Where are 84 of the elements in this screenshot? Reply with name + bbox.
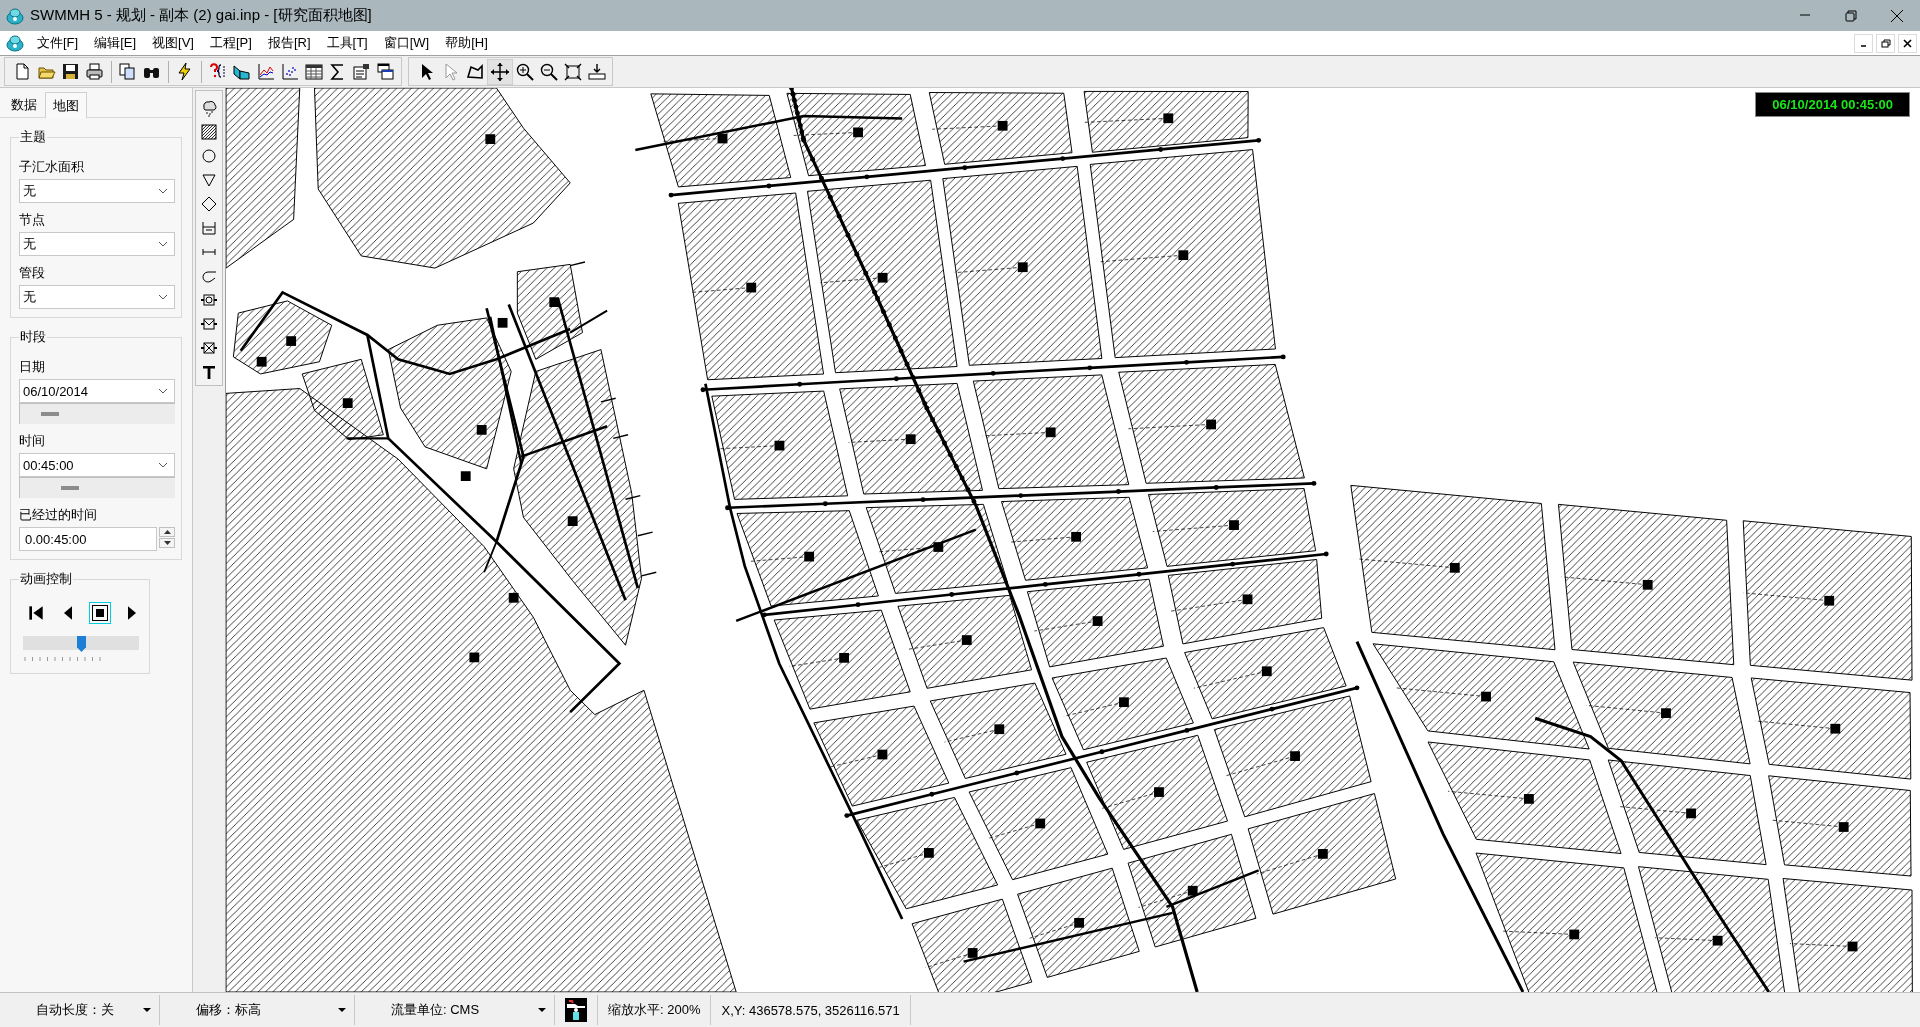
dropdown-field[interactable]: 无 <box>19 179 175 203</box>
properties-icon[interactable] <box>352 61 372 82</box>
group-title: 时段 <box>19 328 47 346</box>
weir-icon[interactable] <box>200 315 218 333</box>
menu-item[interactable]: 视图[V] <box>145 32 203 54</box>
field-label: 已经过的时间 <box>19 506 97 524</box>
save-icon[interactable] <box>61 61 81 82</box>
panel-tab[interactable]: 数据 <box>3 92 45 117</box>
field-label: 时间 <box>19 432 45 450</box>
close-icon[interactable] <box>1902 37 1913 49</box>
slider-thumb[interactable] <box>61 486 80 490</box>
slider-track[interactable] <box>19 403 175 424</box>
spin-up-button[interactable] <box>159 527 175 537</box>
zoom-in-icon[interactable] <box>515 61 535 82</box>
caret-icon[interactable] <box>338 1008 346 1012</box>
slider-thumb[interactable] <box>77 636 86 652</box>
animation-speed-slider[interactable] <box>23 636 139 650</box>
window-title: SWMMH 5 - 规划 - 副本 (2) gai.inp - [研究面积地图] <box>30 6 373 25</box>
status-dropdown[interactable]: 流量单位: CMS <box>355 995 555 1025</box>
circle-icon[interactable] <box>200 147 218 165</box>
menu-item[interactable]: 工具[T] <box>319 32 377 54</box>
status-text: X,Y: 436578.575, 3526116.571 <box>711 995 911 1025</box>
slider-thumb[interactable] <box>40 412 59 416</box>
caret-icon[interactable] <box>143 1008 151 1012</box>
child-close-button[interactable] <box>1898 33 1917 53</box>
printer-icon[interactable] <box>85 61 105 82</box>
map-query-icon[interactable] <box>587 61 607 82</box>
menu-item[interactable]: 文件[F] <box>30 32 88 54</box>
restore-icon[interactable] <box>1880 37 1891 49</box>
caret-icon[interactable] <box>538 1008 546 1012</box>
diamond-icon[interactable] <box>200 195 218 213</box>
field-label: 节点 <box>19 211 45 229</box>
caret-icon[interactable] <box>158 294 168 300</box>
polygon-select-icon[interactable] <box>465 61 485 82</box>
field-label: 子汇水面积 <box>19 158 84 176</box>
scatter-plot-icon[interactable] <box>280 61 300 82</box>
caret-icon[interactable] <box>158 462 168 468</box>
app-logo-icon <box>6 34 24 52</box>
caret-up-icon[interactable] <box>163 530 171 534</box>
hatched-square-icon[interactable] <box>200 123 218 141</box>
app-logo-icon <box>6 6 24 25</box>
group-title: 动画控制 <box>19 570 73 588</box>
full-extent-icon[interactable] <box>563 61 583 82</box>
caret-down-icon[interactable] <box>163 541 171 545</box>
menu-item[interactable]: 报告[R] <box>260 32 320 54</box>
child-restore-button[interactable] <box>1876 33 1895 53</box>
slider-track[interactable] <box>19 477 175 498</box>
time-input-field[interactable]: 0.00:45:00 <box>19 527 157 551</box>
status-text: 缩放水平: 200% <box>598 995 712 1025</box>
triangle-icon[interactable] <box>200 171 218 189</box>
dropdown-field[interactable]: 06/10/2014 <box>19 379 175 403</box>
status-dropdown[interactable]: 偏移：标高 <box>160 995 355 1025</box>
close-icon[interactable] <box>1890 8 1904 23</box>
line-chart-icon[interactable] <box>256 61 276 82</box>
child-minimize-button[interactable] <box>1854 33 1873 53</box>
spin-down-button[interactable] <box>159 538 175 548</box>
zoom-out-icon[interactable] <box>539 61 559 82</box>
panel-tab[interactable]: 地图 <box>45 92 87 118</box>
menu-item[interactable]: 窗口[W] <box>376 32 439 54</box>
caret-icon[interactable] <box>158 188 168 194</box>
field-label: 日期 <box>19 358 45 376</box>
menu-item[interactable]: 编辑[E] <box>87 32 146 54</box>
run-status-icon <box>565 998 587 1022</box>
copy-icon[interactable] <box>118 61 138 82</box>
caret-icon[interactable] <box>158 388 168 394</box>
table-icon[interactable] <box>304 61 324 82</box>
pan-icon[interactable] <box>490 61 510 82</box>
dropdown-field[interactable]: 00:45:00 <box>19 453 175 477</box>
storage-unit-icon[interactable] <box>200 219 218 237</box>
menu-item[interactable]: 帮助[H] <box>438 32 497 54</box>
restore-icon[interactable] <box>1844 8 1858 23</box>
group-title: 主题 <box>19 128 47 146</box>
rain-gage-icon[interactable] <box>200 99 218 117</box>
field-label: 管段 <box>19 264 45 282</box>
dropdown-field[interactable]: 无 <box>19 285 175 309</box>
status-dropdown[interactable]: 自动长度：关 <box>0 995 160 1025</box>
windows-icon[interactable] <box>376 61 396 82</box>
dropdown-field[interactable]: 无 <box>19 232 175 256</box>
map-timestamp: 06/10/2014 00:45:00 <box>1755 92 1910 117</box>
outlet-icon[interactable] <box>200 339 218 357</box>
menu-item[interactable]: 工程[P] <box>203 32 261 54</box>
orifice-icon[interactable] <box>200 291 218 309</box>
caret-icon[interactable] <box>158 241 168 247</box>
text-tool-icon[interactable] <box>200 363 218 381</box>
